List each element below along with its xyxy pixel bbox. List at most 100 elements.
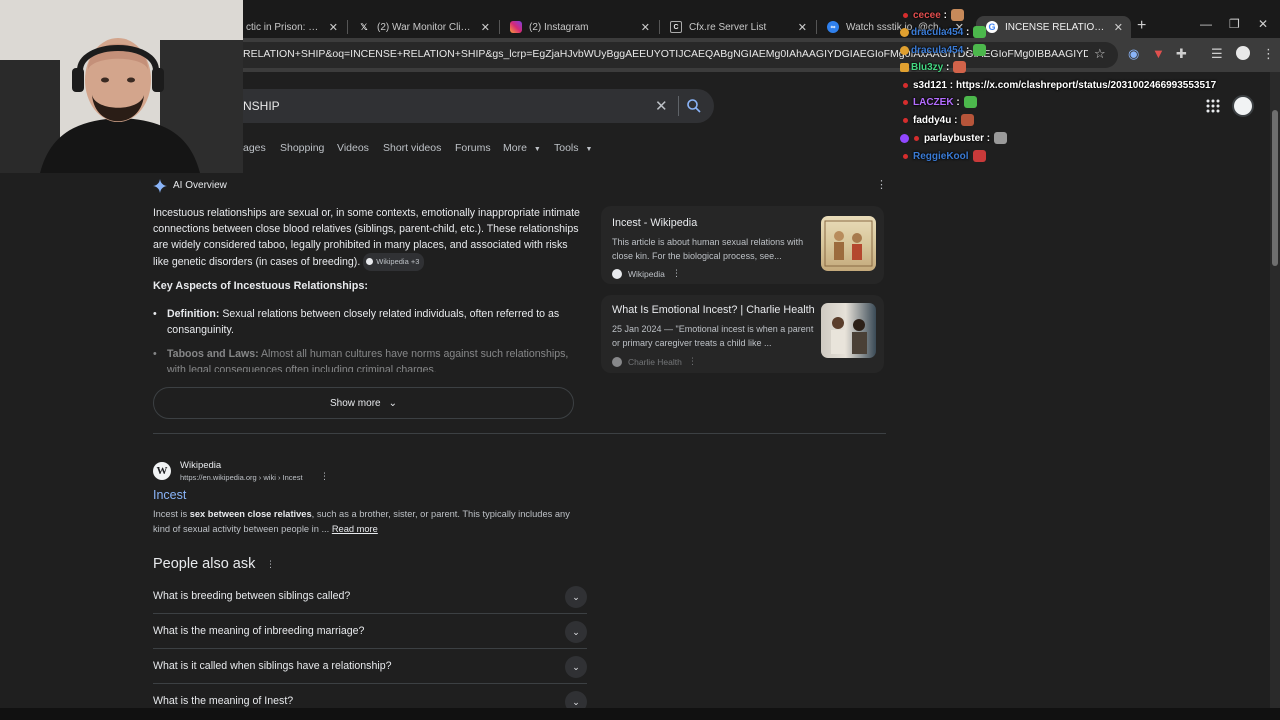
tab-images[interactable]: ages xyxy=(243,142,266,154)
paa-question-text: What is the meaning of inbreeding marria… xyxy=(153,625,365,637)
paa-question[interactable]: What is it called when siblings have a r… xyxy=(153,649,587,684)
chevron-down-icon[interactable]: ⌄ xyxy=(565,621,587,643)
chevron-down-icon[interactable]: ⌄ xyxy=(565,656,587,678)
chat-line: parlaybuster : xyxy=(900,130,1008,146)
source-title[interactable]: Incest - Wikipedia xyxy=(612,217,697,229)
menu-kebab-icon[interactable]: ⋮ xyxy=(1262,46,1275,62)
chat-marker xyxy=(903,82,908,88)
tab-1[interactable]: ctic in Prison: Real-Li ✕ xyxy=(236,16,346,38)
bullet-body: Sexual relations between closely related… xyxy=(167,308,560,336)
chevron-down-icon: ⌄ xyxy=(388,397,397,409)
profile-avatar-icon[interactable] xyxy=(1236,46,1250,60)
tab-4[interactable]: C Cfx.re Server List ✕ xyxy=(660,16,815,38)
more-options-icon[interactable]: ⋮ xyxy=(320,471,329,482)
chat-colon: : xyxy=(940,9,947,21)
more-options-icon[interactable]: ⋮ xyxy=(672,268,681,279)
chat-colon: : xyxy=(963,44,970,56)
scrollbar-thumb[interactable] xyxy=(1272,110,1278,266)
wikipedia-thumbnail[interactable] xyxy=(821,216,876,271)
new-tab-icon[interactable]: + xyxy=(1137,17,1146,35)
close-window-icon[interactable]: ✕ xyxy=(1258,17,1268,31)
tab-2[interactable]: 𝕏 (2) War Monitor Clips on X: "Yo ✕ xyxy=(348,16,498,38)
charlie-health-favicon-icon xyxy=(612,357,622,367)
result-url[interactable]: https://en.wikipedia.org › wiki › Incest xyxy=(180,473,303,482)
search-query[interactable]: NSHIP xyxy=(243,99,280,113)
cast-icon[interactable]: ◉ xyxy=(1128,46,1139,62)
tab-active-google[interactable]: G INCENSE RELATIONSHIP - Goo ✕ xyxy=(976,16,1131,38)
chat-line: dracula454 : xyxy=(900,42,987,58)
account-avatar[interactable] xyxy=(1232,95,1254,117)
search-icon[interactable] xyxy=(686,98,702,119)
close-icon[interactable]: ✕ xyxy=(798,21,807,34)
search-divider xyxy=(678,96,679,116)
tab-3[interactable]: (2) Instagram ✕ xyxy=(500,16,658,38)
chat-username: Blu3zy xyxy=(911,61,944,73)
chat-marker xyxy=(903,99,908,105)
star-bookmark-icon[interactable]: ☆ xyxy=(1094,46,1106,62)
result-title-link[interactable]: Incest xyxy=(153,488,186,502)
tab-short-videos[interactable]: Short videos xyxy=(383,142,441,154)
instagram-icon xyxy=(510,21,522,33)
more-options-icon[interactable]: ⋮ xyxy=(688,356,697,367)
tab-shopping[interactable]: Shopping xyxy=(280,142,324,154)
tab-forums[interactable]: Forums xyxy=(455,142,491,154)
key-aspects-heading: Key Aspects of Incestuous Relationships: xyxy=(153,280,368,292)
bullet-dot: • xyxy=(153,308,157,320)
chat-username: parlaybuster xyxy=(924,132,985,144)
paa-question[interactable]: What is the meaning of inbreeding marria… xyxy=(153,614,587,649)
sub-badge-icon xyxy=(900,45,909,55)
close-icon[interactable]: ✕ xyxy=(1114,21,1123,34)
side-panel-icon[interactable]: ☰ xyxy=(1211,46,1223,62)
emote-icon xyxy=(950,9,964,21)
result-site-name[interactable]: Wikipedia xyxy=(180,460,221,471)
sub-badge-icon xyxy=(900,27,909,37)
tab-more-label: More xyxy=(503,142,527,154)
more-options-icon[interactable]: ⋮ xyxy=(266,559,275,570)
close-icon[interactable]: ✕ xyxy=(329,21,338,34)
wikipedia-favicon-icon: W xyxy=(153,462,171,480)
read-more-link[interactable]: Read more xyxy=(332,524,378,534)
maximize-icon[interactable]: ❐ xyxy=(1229,17,1240,31)
caret-down-icon: ▼ xyxy=(585,146,593,153)
tab-tools[interactable]: Tools ▼ xyxy=(554,142,592,154)
extension-shield-icon[interactable]: ▼ xyxy=(1152,46,1165,61)
bullet-taboos: • Taboos and Laws: Almost all human cult… xyxy=(153,346,583,372)
clear-search-icon[interactable]: ✕ xyxy=(655,97,668,115)
wikipedia-icon xyxy=(366,258,374,265)
chat-username: LACZEK xyxy=(913,96,954,108)
charlie-health-thumbnail[interactable] xyxy=(821,303,876,358)
source-chip[interactable]: Wikipedia +3 xyxy=(363,253,425,271)
chat-line: faddy4u : xyxy=(900,112,975,128)
chat-username: dracula454 xyxy=(911,44,964,56)
source-chip-label: Wikipedia +3 xyxy=(376,257,420,266)
tab-title: (2) War Monitor Clips on X: "Yo xyxy=(377,21,475,33)
show-more-label: Show more xyxy=(330,397,381,409)
source-title[interactable]: What Is Emotional Incest? | Charlie Heal… xyxy=(612,304,815,316)
tab-title: ctic in Prison: Real-Li xyxy=(246,21,323,33)
apps-grid-icon[interactable] xyxy=(1206,99,1220,118)
emote-icon xyxy=(994,132,1008,144)
extensions-puzzle-icon[interactable]: ✚ xyxy=(1176,46,1187,62)
show-more-button[interactable]: Show more ⌄ xyxy=(153,387,574,419)
watch-icon: ∞ xyxy=(827,21,839,33)
emote-icon xyxy=(953,61,967,73)
emote-icon xyxy=(973,44,987,56)
chat-message[interactable]: https://x.com/clashreport/status/2031002… xyxy=(956,80,1216,91)
tab-more[interactable]: More ▼ xyxy=(503,142,541,154)
minimize-icon[interactable]: — xyxy=(1200,17,1212,31)
chat-colon: : xyxy=(951,114,958,126)
paa-question[interactable]: What is breeding between siblings called… xyxy=(153,579,587,614)
close-icon[interactable]: ✕ xyxy=(481,21,490,34)
paa-question-text: What is it called when siblings have a r… xyxy=(153,660,392,672)
more-options-icon[interactable]: ⋮ xyxy=(876,178,887,191)
chevron-down-icon[interactable]: ⌄ xyxy=(565,586,587,608)
chat-username: cecee xyxy=(913,9,941,21)
chat-line: s3d121 : https://x.com/clashreport/statu… xyxy=(900,77,1216,93)
snippet-pre: Incest is xyxy=(153,509,190,519)
chat-line: cecee : xyxy=(900,7,964,23)
emote-icon xyxy=(973,26,987,38)
chat-colon: : xyxy=(953,96,960,108)
bullet-text: Taboos and Laws: Almost all human cultur… xyxy=(167,346,583,372)
close-icon[interactable]: ✕ xyxy=(641,21,650,34)
tab-videos[interactable]: Videos xyxy=(337,142,369,154)
